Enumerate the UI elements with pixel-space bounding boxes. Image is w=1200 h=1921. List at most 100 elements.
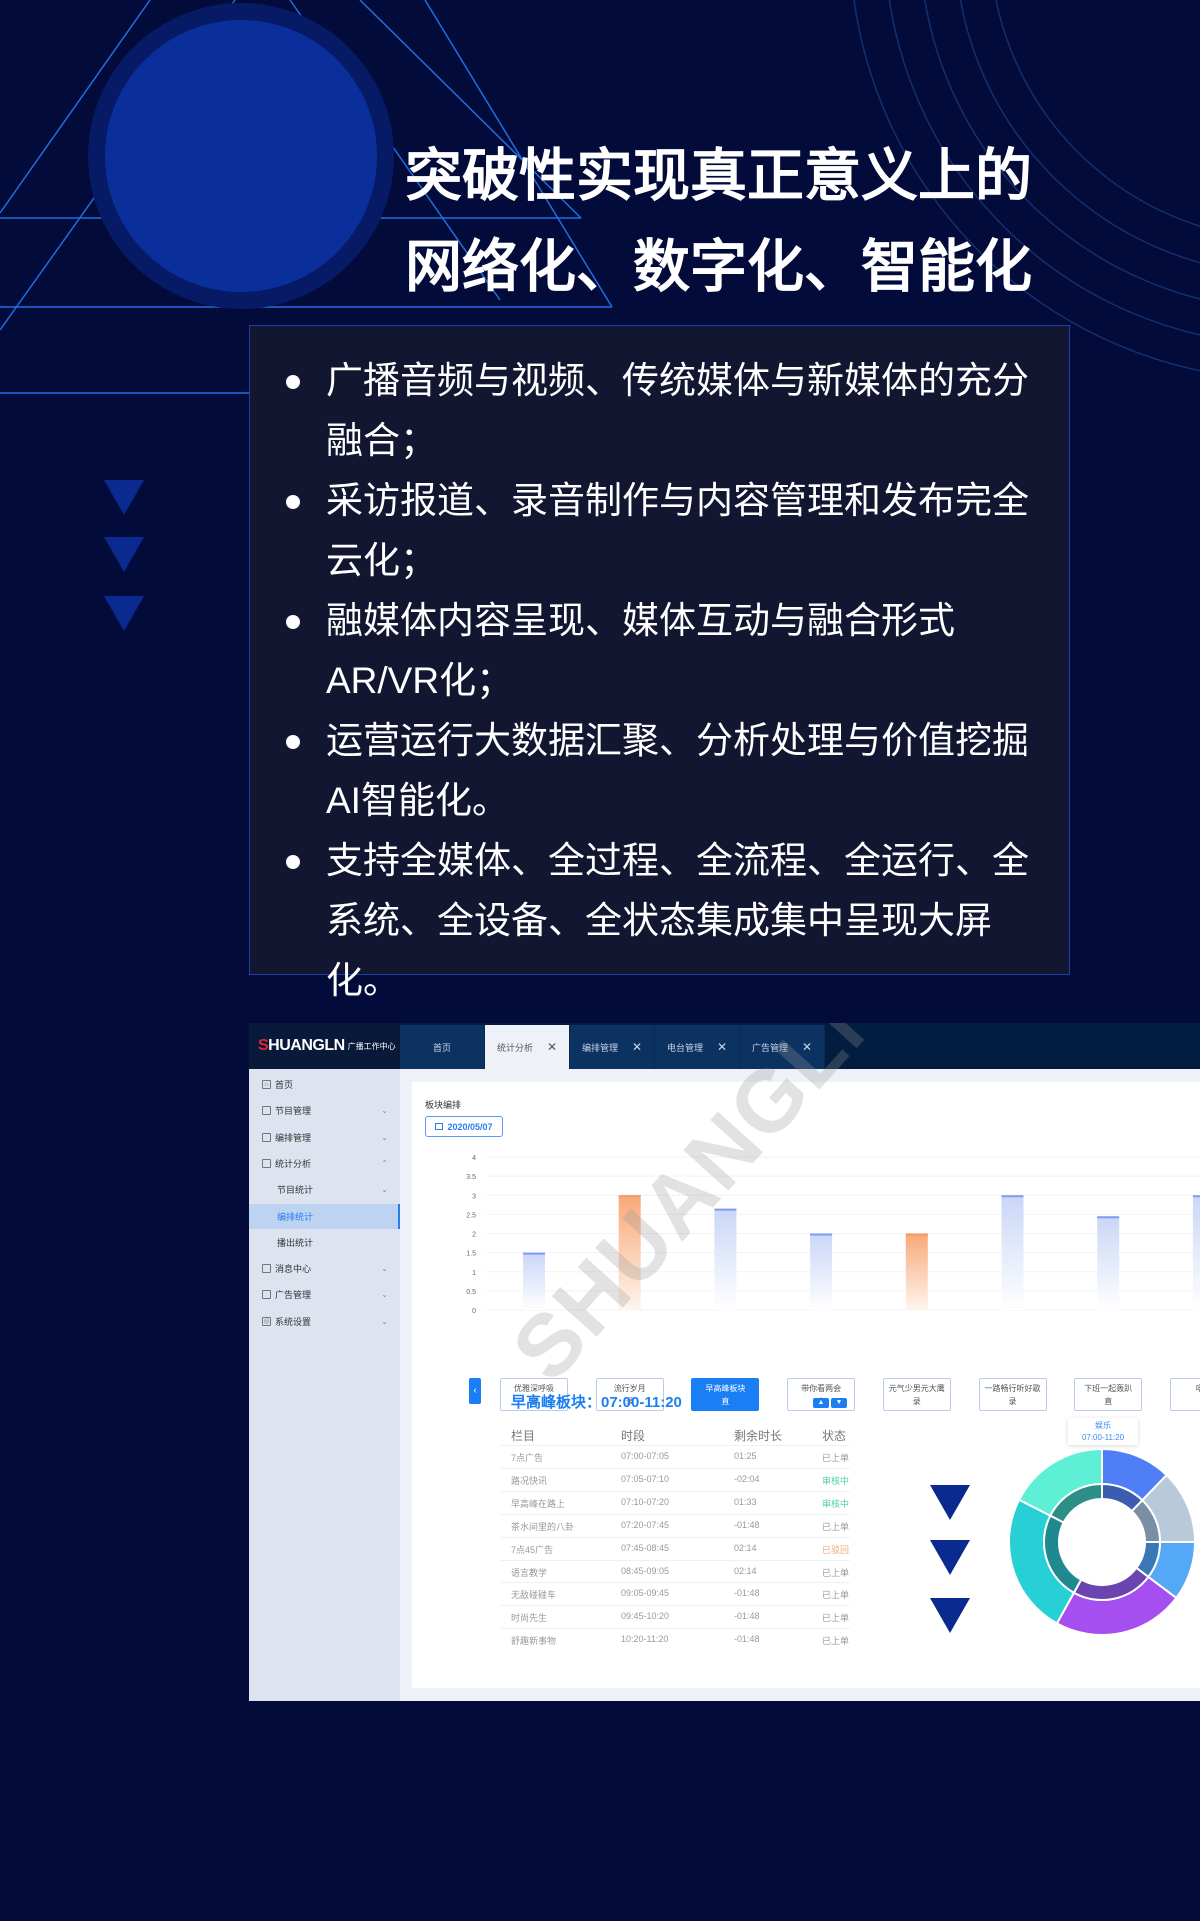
- table-cell: -01:48: [734, 1634, 760, 1645]
- row-divider: [500, 1582, 850, 1584]
- bar[interactable]: [905, 1233, 928, 1311]
- bar-cap: [714, 1208, 737, 1211]
- document-icon: [262, 1106, 271, 1116]
- status-badge: 已上单: [822, 1521, 850, 1532]
- table-cell: -01:48: [734, 1611, 760, 1622]
- message-icon: [262, 1264, 271, 1274]
- scroll-down-button[interactable]: ▼: [831, 1398, 847, 1408]
- tab-2[interactable]: 编排管理 ✕: [570, 1025, 655, 1069]
- sidebar-item-label: 系统设置: [275, 1316, 312, 1327]
- table-cell: -01:48: [734, 1519, 760, 1530]
- category-button[interactable]: 下班一起轰趴直: [1074, 1378, 1143, 1411]
- column-header: 剩余时长: [734, 1429, 783, 1443]
- bar-chart: 0 0.5 1 1.5 2 2.5 3 3.5 4: [466, 1155, 1200, 1315]
- y-tick-label: 3.5: [466, 1174, 476, 1181]
- bar[interactable]: [1097, 1216, 1120, 1310]
- sidebar-item-label: 编排统计: [277, 1211, 314, 1222]
- row-divider: [500, 1445, 850, 1446]
- table-cell: 7点45广告: [511, 1544, 554, 1555]
- close-icon[interactable]: ✕: [632, 1040, 642, 1054]
- bar[interactable]: [1001, 1195, 1024, 1310]
- row-divider: [500, 1536, 850, 1538]
- table-cell: 02:14: [734, 1542, 757, 1553]
- table-cell: 07:10-07:20: [621, 1496, 670, 1507]
- bar[interactable]: [810, 1233, 833, 1311]
- status-badge: 已上单: [822, 1453, 850, 1463]
- row-divider: [500, 1513, 850, 1515]
- y-tick-label: 2.5: [466, 1212, 476, 1219]
- feature-item: 采访报道、录音制作与内容管理和发布完全云化；: [286, 471, 1056, 591]
- row-divider: [500, 1467, 850, 1469]
- close-icon[interactable]: ✕: [547, 1040, 557, 1054]
- table-cell: 09:05-09:45: [621, 1588, 670, 1599]
- main-card: 板块编排 2020/05/07 0 0.5 1 1.5 2 2.5 3 3.5 4 ‹ 优雅深呼…: [412, 1023, 1200, 1688]
- sidebar-item-9[interactable]: ◎ 系统设置 ⌄: [249, 1309, 400, 1334]
- sidebar-item-0[interactable]: ⌂ 首页: [249, 1072, 400, 1097]
- feature-item: 运营运行大数据汇聚、分析处理与价值挖掘AI智能化。: [286, 711, 1056, 831]
- bullet-icon: [286, 855, 300, 869]
- category-button[interactable]: 嘻哈: [1169, 1378, 1200, 1411]
- tab-0[interactable]: 首页: [400, 1025, 485, 1069]
- tab-label: 电台管理: [666, 1042, 703, 1053]
- sidebar-item-6[interactable]: 播出统计: [249, 1230, 400, 1255]
- feature-item: 支持全媒体、全过程、全流程、全运行、全系统、全设备、全状态集成集中呈现大屏化。: [286, 831, 1056, 1011]
- chart-prev-button[interactable]: ‹: [469, 1378, 481, 1404]
- column-header: 栏目: [511, 1429, 536, 1443]
- bullet-icon: [286, 375, 300, 389]
- table-cell: 07:05-07:10: [621, 1473, 670, 1484]
- sidebar-item-label: 首页: [275, 1080, 294, 1090]
- column-header: 时段: [621, 1429, 646, 1443]
- tab-label: 广告管理: [751, 1042, 788, 1053]
- bar[interactable]: [714, 1208, 737, 1310]
- table-cell: 茶水间里的八卦: [511, 1521, 575, 1532]
- schedule-icon: [262, 1132, 271, 1142]
- table-cell: 02:14: [734, 1565, 757, 1576]
- bar[interactable]: [523, 1252, 545, 1310]
- close-icon[interactable]: ✕: [717, 1040, 727, 1054]
- bar-cap: [618, 1195, 641, 1198]
- sidebar-item-7[interactable]: 消息中心 ⌄: [249, 1256, 400, 1281]
- bar-cap: [810, 1233, 833, 1236]
- table-cell: 语言教学: [511, 1567, 548, 1578]
- scroll-up-button[interactable]: ▲: [813, 1398, 829, 1408]
- hero-title-line-1: 突破性实现真正意义上的: [405, 144, 1032, 208]
- category-button[interactable]: 一路畅行听好歌录: [978, 1378, 1047, 1411]
- y-tick-label: 0: [472, 1308, 476, 1315]
- column-header: 状态: [822, 1429, 847, 1443]
- sidebar-item-label: 播出统计: [277, 1237, 314, 1248]
- chevron-icon: ⌄: [381, 1132, 388, 1142]
- sidebar-item-5[interactable]: 编排统计: [249, 1203, 400, 1229]
- chevron-icon: ⌄: [381, 1185, 388, 1195]
- table-cell: 08:45-09:05: [621, 1565, 670, 1576]
- category-button[interactable]: 元气少男元大鹰录: [882, 1378, 951, 1411]
- sidebar-item-8[interactable]: 广告管理 ⌄: [249, 1282, 400, 1307]
- sidebar-item-label: 广告管理: [275, 1290, 312, 1301]
- status-badge: 已驳回: [822, 1544, 850, 1555]
- tab-1[interactable]: 统计分析 ✕: [485, 1025, 570, 1069]
- sidebar-item-label: 编排管理: [275, 1132, 312, 1143]
- table-cell: 7点广告: [511, 1453, 544, 1463]
- y-tick-label: 1: [472, 1270, 476, 1277]
- bullet-icon: [286, 495, 300, 509]
- close-icon[interactable]: ✕: [802, 1040, 812, 1054]
- status-badge: 已上单: [822, 1590, 850, 1601]
- sidebar-item-4[interactable]: 节目统计 ⌄: [249, 1177, 400, 1202]
- tab-4[interactable]: 广告管理 ✕: [740, 1025, 825, 1069]
- table-cell: 01:25: [734, 1451, 757, 1461]
- triangle-down-icon: [104, 480, 144, 515]
- category-button[interactable]: 早高峰板块直: [691, 1378, 760, 1411]
- hero-title-line-2: 网络化、数字化、智能化: [405, 235, 1032, 299]
- bar[interactable]: [618, 1195, 641, 1310]
- detail-heading: 早高峰板块：07:00-11:20: [511, 1394, 682, 1411]
- bar-cap: [523, 1252, 545, 1255]
- sidebar-item-2[interactable]: 编排管理 ⌄: [249, 1125, 400, 1150]
- row-divider: [500, 1628, 850, 1630]
- bar[interactable]: [1192, 1195, 1200, 1310]
- tab-label: 首页: [432, 1042, 451, 1053]
- sidebar-item-3[interactable]: 统计分析 ⌃: [249, 1151, 400, 1176]
- sidebar-item-1[interactable]: 节目管理 ⌄: [249, 1098, 400, 1123]
- table-cell: 时尚先生: [511, 1613, 548, 1624]
- triangle-down-icon: [930, 1540, 970, 1575]
- tab-3[interactable]: 电台管理 ✕: [655, 1025, 740, 1069]
- table-cell: 早高峰在路上: [511, 1498, 566, 1509]
